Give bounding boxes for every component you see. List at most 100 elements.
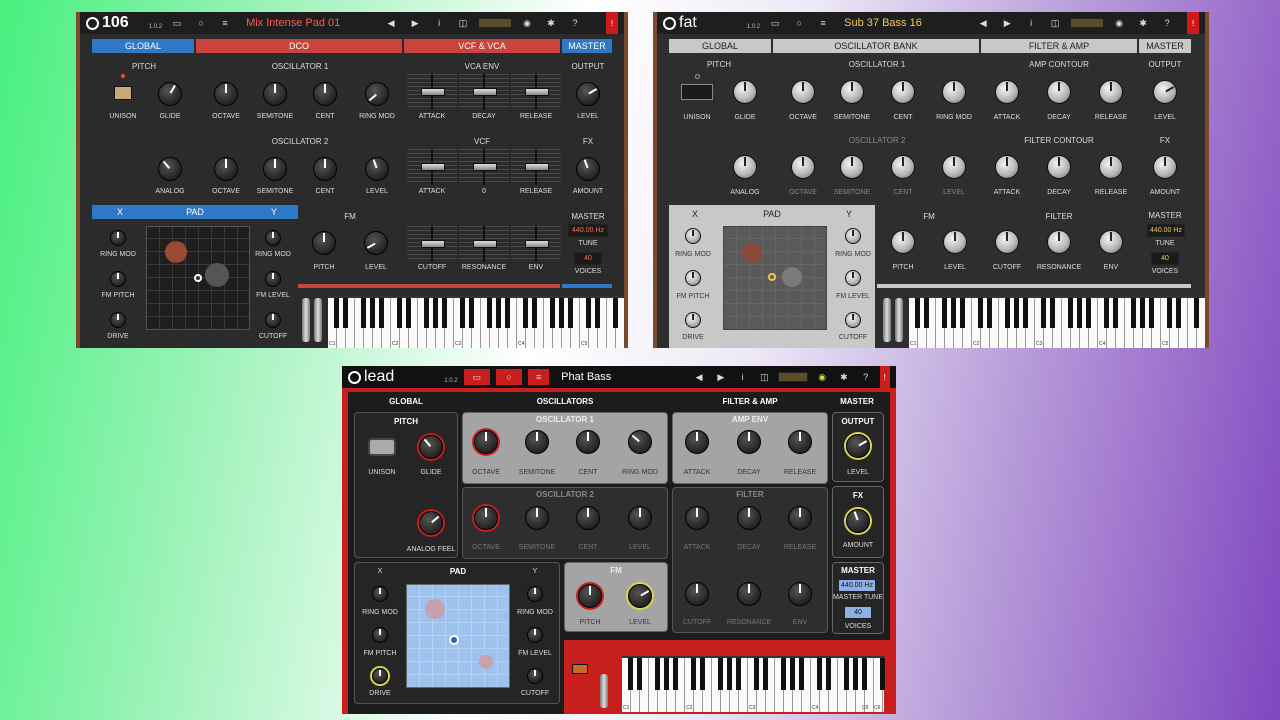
pad-x-ringmod-knob[interactable] [110,230,126,246]
osc1-cent-knob[interactable] [313,82,337,106]
glide-knob[interactable] [733,80,757,104]
osc1-ringmod-knob[interactable] [365,82,389,106]
piano-keyboard[interactable]: C1 C2 C3 C4 C5 C6 [622,656,885,712]
mod-wheel[interactable] [895,298,903,342]
amp-attack-knob[interactable] [995,80,1019,104]
env-knob[interactable] [1099,230,1123,254]
osc1-ringmod-knob[interactable] [628,430,652,454]
filter-attack-knob[interactable] [685,506,709,530]
folder-icon[interactable]: ▭ [168,15,186,31]
pad-x-fmpitch-knob[interactable] [372,627,388,643]
next-icon[interactable]: ▶ [713,369,729,385]
camera-icon[interactable]: ◫ [454,15,472,31]
xy-pad[interactable] [146,226,250,330]
analog-feel-knob[interactable] [419,511,443,535]
pad-x-ringmod-knob[interactable] [372,586,388,602]
record-icon[interactable]: ○ [192,15,210,31]
pad-y-cutoff-knob[interactable] [845,312,861,328]
pad-y-cutoff-knob[interactable] [527,668,543,684]
record-icon[interactable]: ○ [790,15,808,31]
osc2-octave-knob[interactable] [214,157,238,181]
fx-amount-knob[interactable] [576,157,600,181]
osc2-semitone-knob[interactable] [263,157,287,181]
filter-decay-knob[interactable] [737,506,761,530]
resonance-knob[interactable] [1047,230,1071,254]
osc2-cent-knob[interactable] [891,155,915,179]
osc1-cent-knob[interactable] [891,80,915,104]
next-icon[interactable]: ▶ [406,15,424,31]
pad-cursor[interactable] [768,273,776,281]
analog-knob[interactable] [158,157,182,181]
filter-release-knob[interactable] [788,506,812,530]
close-icon[interactable]: ! [1187,12,1199,34]
octave-button[interactable] [572,664,588,674]
help-icon[interactable]: ? [858,369,874,385]
osc1-ringmod-knob[interactable] [942,80,966,104]
resonance-fader[interactable] [459,226,509,262]
folder-icon[interactable]: ▭ [463,369,490,385]
gear-icon[interactable]: ✱ [1134,15,1152,31]
list-icon[interactable]: ≡ [814,15,832,31]
mod-wheel[interactable] [600,674,608,708]
resonance-knob[interactable] [737,582,761,606]
filter-release-knob[interactable] [1099,155,1123,179]
master-tune-display[interactable]: 440.00 Hz [568,224,608,237]
osc2-semitone-knob[interactable] [840,155,864,179]
vcf-decay-fader[interactable] [459,149,509,185]
osc1-octave-knob[interactable] [791,80,815,104]
volume-knob-icon[interactable]: ◉ [1110,15,1128,31]
master-tune-display[interactable]: 440.00 Hz [838,579,876,592]
pad-x-fmpitch-knob[interactable] [110,271,126,287]
glide-knob[interactable] [158,82,182,106]
fx-amount-knob[interactable] [1153,155,1177,179]
pad-x-drive-knob[interactable] [110,312,126,328]
vcf-attack-fader[interactable] [407,149,457,185]
osc1-cent-knob[interactable] [576,430,600,454]
camera-icon[interactable]: ◫ [1046,15,1064,31]
filter-attack-knob[interactable] [995,155,1019,179]
pitch-wheel[interactable] [883,298,891,342]
record-icon[interactable]: ○ [495,369,523,385]
info-icon[interactable]: i [1022,15,1040,31]
gear-icon[interactable]: ✱ [542,15,560,31]
osc2-cent-knob[interactable] [576,506,600,530]
analog-knob[interactable] [733,155,757,179]
pad-y-fmlevel-knob[interactable] [845,270,861,286]
help-icon[interactable]: ? [566,15,584,31]
list-icon[interactable]: ≡ [528,369,550,385]
help-icon[interactable]: ? [1158,15,1176,31]
filter-decay-knob[interactable] [1047,155,1071,179]
env-knob[interactable] [788,582,812,606]
preset-name[interactable]: Phat Bass [561,371,685,383]
prev-icon[interactable]: ◀ [691,369,707,385]
list-icon[interactable]: ≡ [216,15,234,31]
volume-knob-icon[interactable]: ◉ [518,15,536,31]
close-icon[interactable]: ! [879,366,891,388]
info-icon[interactable]: i [735,369,751,385]
fm-pitch-knob[interactable] [578,584,602,608]
osc2-level-knob[interactable] [365,157,389,181]
amp-decay-knob[interactable] [1047,80,1071,104]
pad-x-drive-knob[interactable] [685,312,701,328]
osc2-level-knob[interactable] [942,155,966,179]
fm-level-knob[interactable] [628,584,652,608]
fx-amount-knob[interactable] [846,509,870,533]
pad-cursor[interactable] [194,274,202,282]
vcf-release-fader[interactable] [511,149,561,185]
camera-icon[interactable]: ◫ [756,369,772,385]
preset-name[interactable]: Mix Intense Pad 01 [246,17,376,29]
fm-pitch-knob[interactable] [312,231,336,255]
next-icon[interactable]: ▶ [998,15,1016,31]
pad-y-fmlevel-knob[interactable] [527,627,543,643]
osc1-octave-knob[interactable] [474,430,498,454]
voices-display[interactable]: 40 [574,252,602,265]
unison-switch[interactable] [114,86,132,100]
cutoff-knob[interactable] [685,582,709,606]
amp-release-knob[interactable] [1099,80,1123,104]
osc1-semitone-knob[interactable] [525,430,549,454]
vca-attack-fader[interactable] [407,74,457,110]
voices-display[interactable]: 40 [1151,252,1179,265]
pad-y-cutoff-knob[interactable] [265,312,281,328]
xy-pad[interactable] [406,584,510,688]
info-icon[interactable]: i [430,15,448,31]
